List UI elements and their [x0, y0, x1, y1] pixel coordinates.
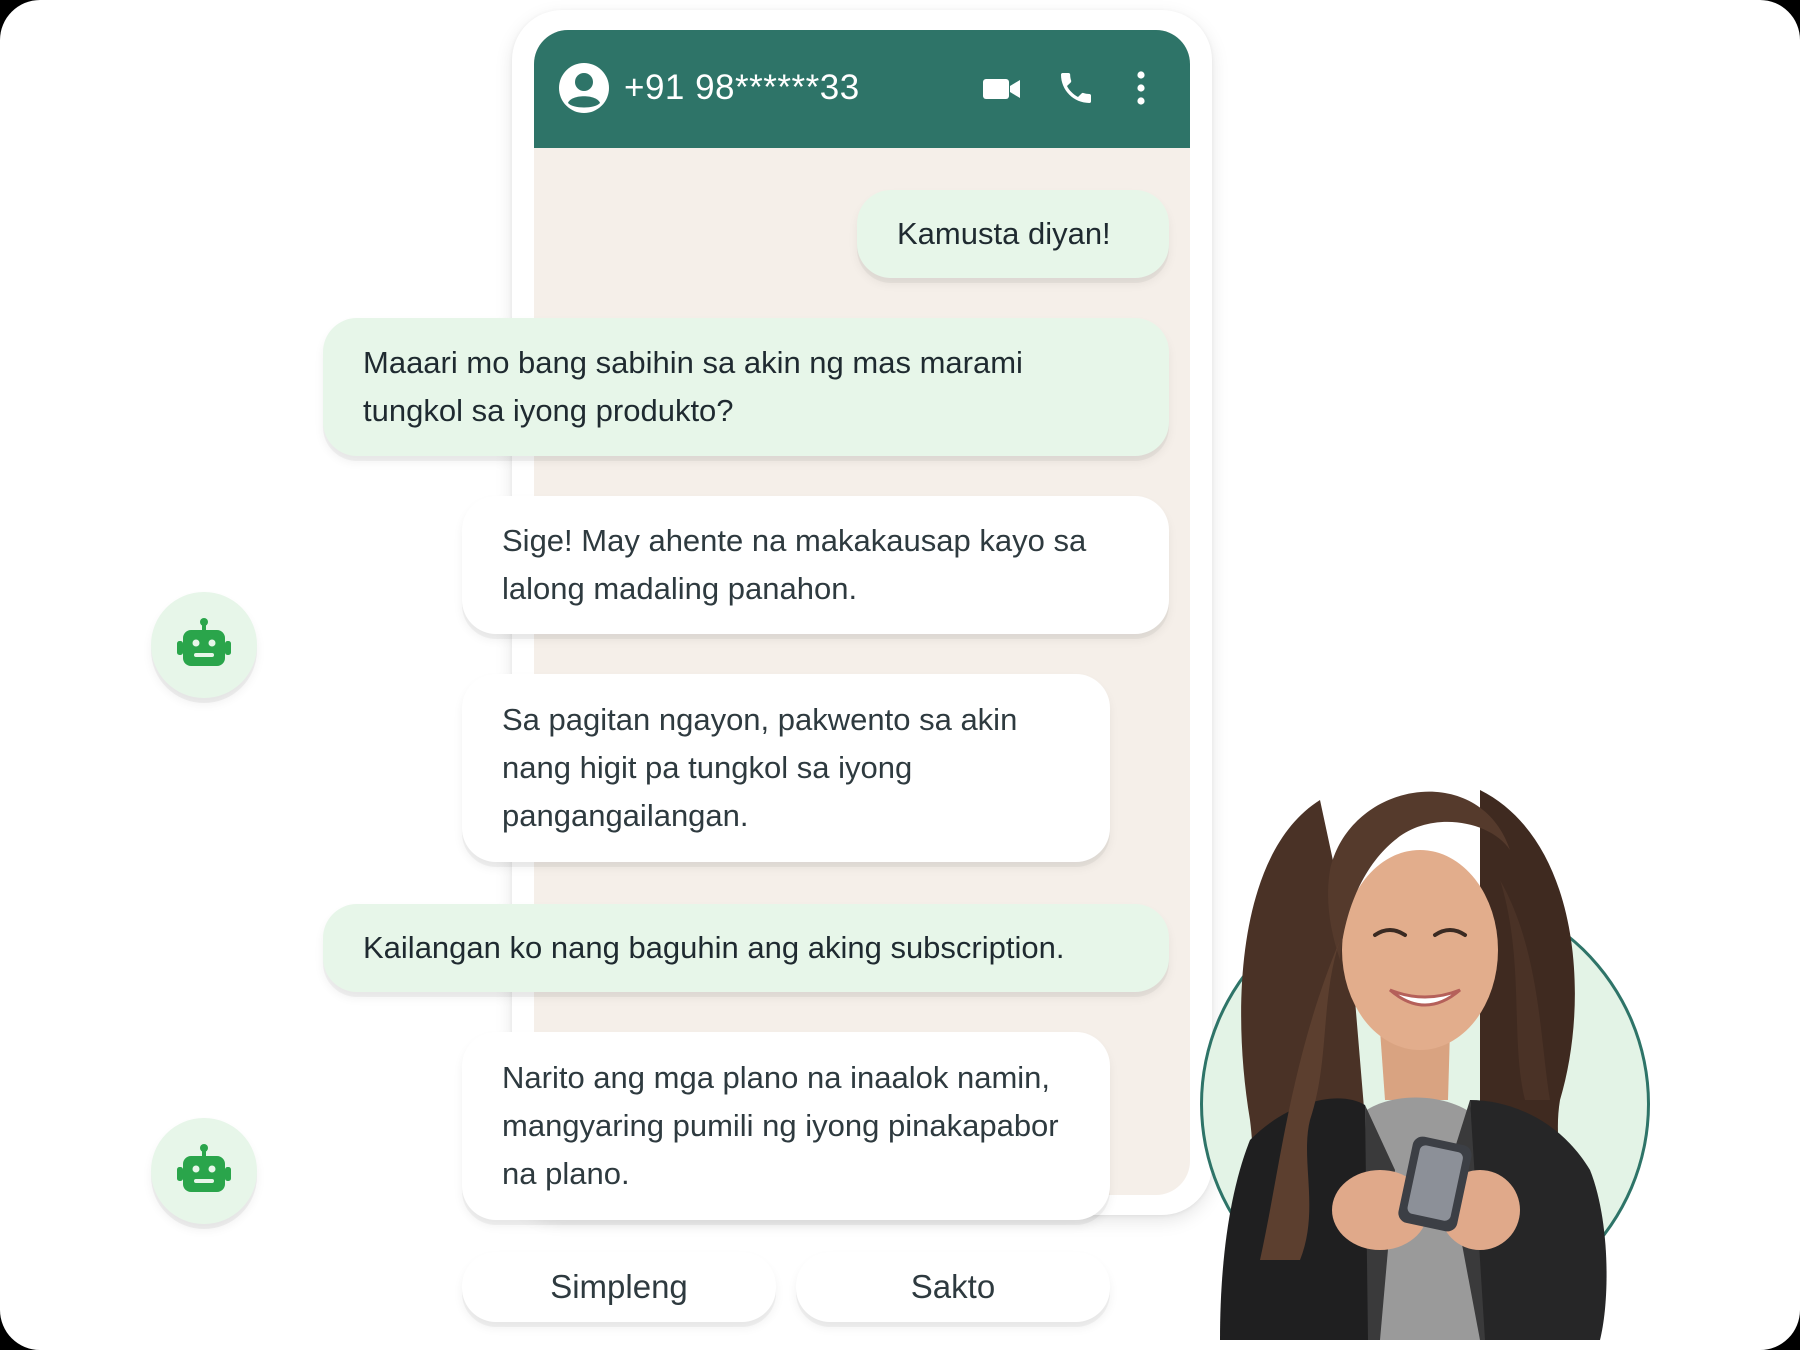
message-bubble-bot: Sa pagitan ngayon, pakwento sa akin nang… [462, 674, 1110, 862]
message-text: Sa pagitan ngayon, pakwento sa akin nang… [502, 702, 1018, 833]
message-bubble-user: Maaari mo bang sabihin sa akin ng mas ma… [323, 318, 1169, 456]
message-bubble-bot: Narito ang mga plano na inaalok namin, m… [462, 1032, 1110, 1220]
chat-header: +91 98******33 [534, 30, 1190, 148]
message-bubble-user: Kailangan ko nang baguhin ang aking subs… [323, 904, 1169, 992]
message-bubble-bot: Sige! May ahente na makakausap kayo sa l… [462, 496, 1169, 634]
quick-reply-simpleng[interactable]: Simpleng [462, 1252, 776, 1322]
contact-number[interactable]: +91 98******33 [624, 68, 860, 108]
message-text: Sige! May ahente na makakausap kayo sa l… [502, 523, 1087, 606]
message-text: Maaari mo bang sabihin sa akin ng mas ma… [363, 345, 1023, 428]
message-bubble-user: Kamusta diyan! [857, 190, 1169, 278]
bot-avatar [151, 1118, 257, 1224]
canvas: +91 98******33 Kamusta diyan! Maaari mo … [0, 0, 1800, 1350]
avatar-icon[interactable] [558, 62, 610, 114]
bot-avatar [151, 592, 257, 698]
video-call-icon[interactable] [982, 74, 1022, 104]
robot-icon [177, 618, 231, 666]
more-options-icon[interactable] [1134, 70, 1148, 106]
person-with-phone-image [1220, 790, 1607, 1340]
message-text: Kamusta diyan! [897, 216, 1111, 251]
quick-reply-sakto[interactable]: Sakto [796, 1252, 1110, 1322]
message-text: Narito ang mga plano na inaalok namin, m… [502, 1060, 1059, 1191]
phone-call-icon[interactable] [1056, 68, 1096, 108]
message-text: Kailangan ko nang baguhin ang aking subs… [363, 930, 1065, 965]
robot-icon [177, 1144, 231, 1192]
